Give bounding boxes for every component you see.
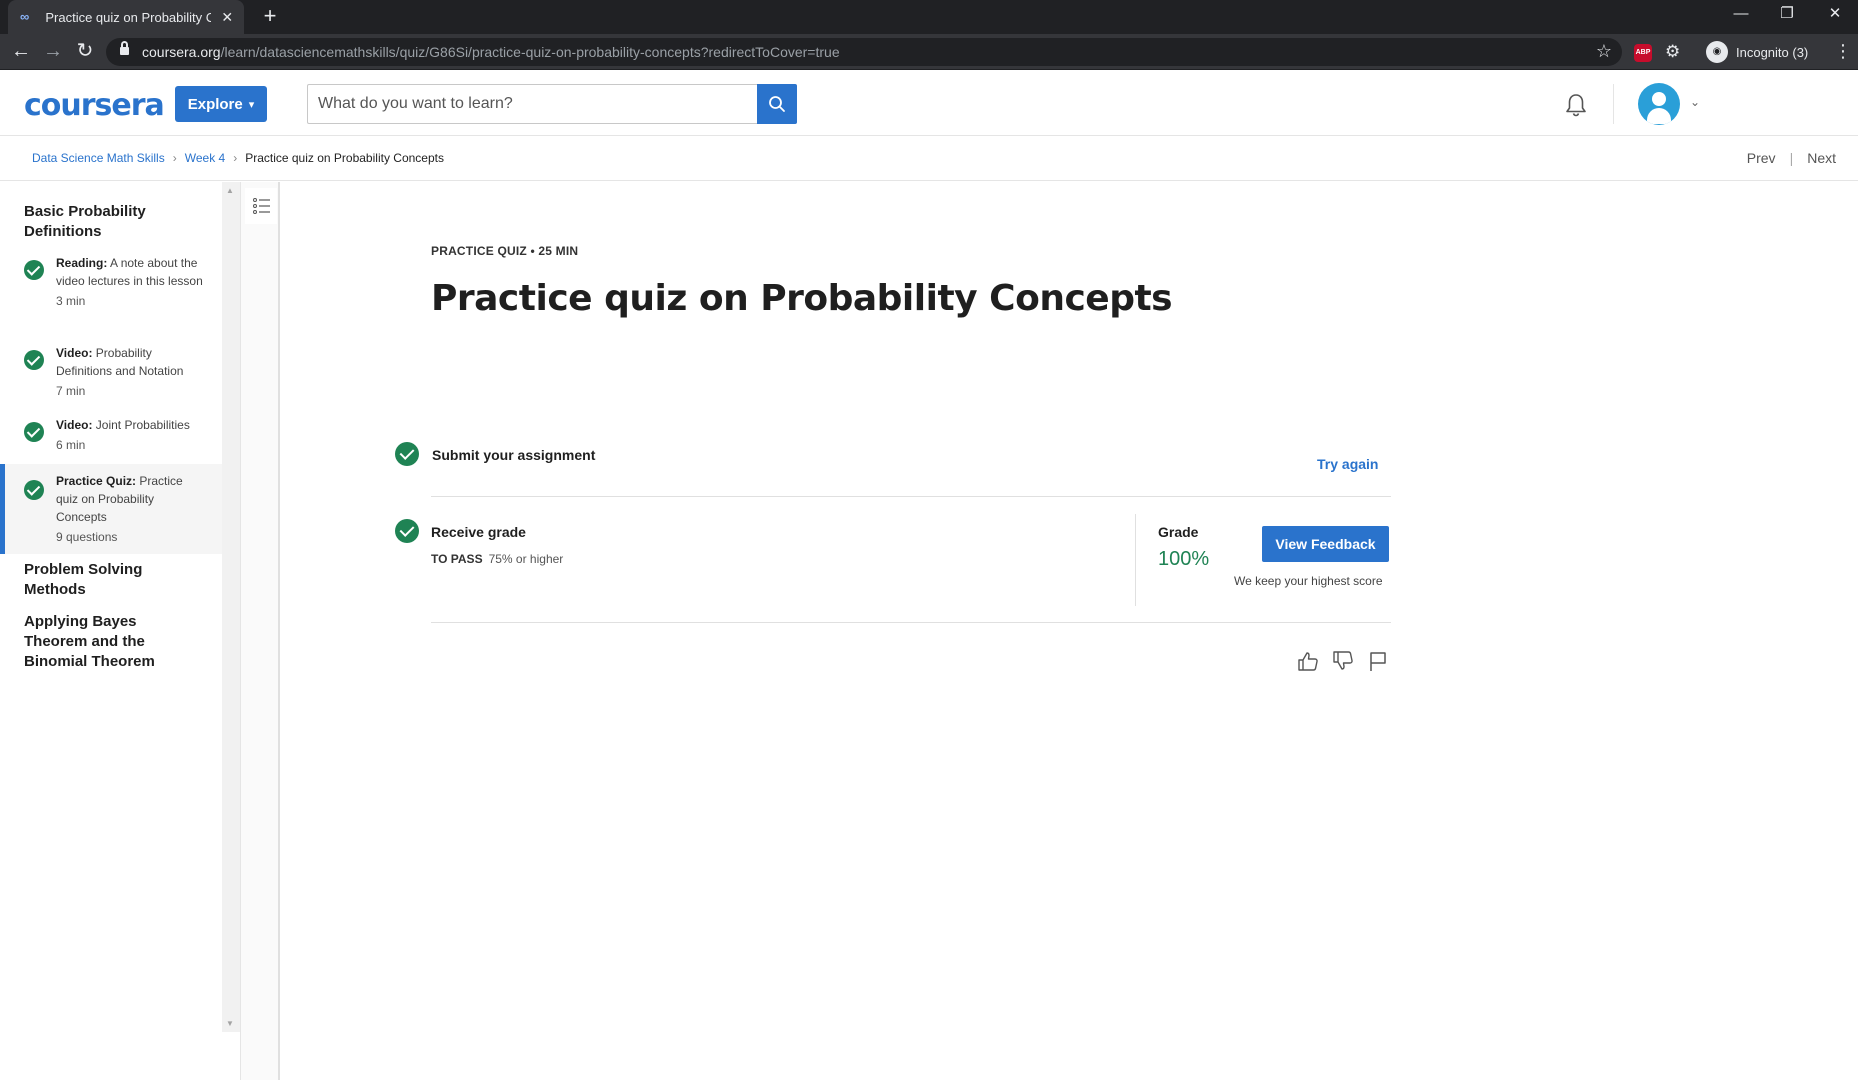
page-title: Practice quiz on Probability Concepts bbox=[431, 278, 1173, 319]
explore-label: Explore bbox=[187, 95, 243, 113]
section-divider bbox=[431, 622, 1391, 623]
browser-toolbar: ← → ↻ coursera.org/learn/datasciencemath… bbox=[0, 34, 1858, 70]
site-header: coursera Explore ▾ ⌄ bbox=[0, 71, 1858, 136]
prev-link[interactable]: Prev bbox=[1747, 150, 1776, 166]
breadcrumb-week-link[interactable]: Week 4 bbox=[185, 151, 225, 165]
scroll-up-arrow-icon[interactable]: ▲ bbox=[226, 186, 234, 195]
browser-menu-icon[interactable]: ⋮ bbox=[1834, 42, 1852, 60]
sidebar-item-reading[interactable]: Reading: A note about the video lectures… bbox=[0, 254, 222, 338]
section-title-basic-probability[interactable]: Basic Probability Definitions bbox=[24, 202, 204, 242]
avatar[interactable] bbox=[1638, 83, 1680, 125]
main-content: PRACTICE QUIZ • 25 MIN Practice quiz on … bbox=[282, 182, 1858, 1080]
submit-complete-check-icon bbox=[395, 442, 419, 466]
section-divider bbox=[431, 496, 1391, 497]
receive-grade-label: Receive grade bbox=[431, 524, 526, 540]
grade-divider bbox=[1135, 514, 1136, 606]
completed-check-icon bbox=[24, 260, 44, 280]
restore-window-button[interactable]: ❐ bbox=[1764, 0, 1810, 30]
coursera-favicon-icon: ∞ bbox=[20, 9, 30, 24]
incognito-icon: ◉ bbox=[1706, 41, 1728, 63]
prev-next-nav: Prev | Next bbox=[1747, 150, 1836, 166]
sidebar-item-text: Reading: A note about the video lectures… bbox=[56, 256, 203, 308]
try-again-link[interactable]: Try again bbox=[1317, 456, 1378, 472]
quiz-eyebrow: PRACTICE QUIZ • 25 MIN bbox=[431, 244, 579, 258]
new-tab-button[interactable]: + bbox=[258, 5, 282, 29]
outline-toggle-rail bbox=[240, 182, 280, 1080]
chevron-right-icon: › bbox=[172, 151, 177, 165]
grade-complete-check-icon bbox=[395, 519, 419, 543]
minimize-window-button[interactable]: — bbox=[1718, 0, 1764, 30]
section-title-bayes[interactable]: Applying Bayes Theorem and the Binomial … bbox=[24, 612, 204, 672]
search-button[interactable] bbox=[757, 84, 797, 124]
bookmark-star-icon[interactable]: ☆ bbox=[1596, 41, 1612, 62]
search-icon bbox=[769, 96, 785, 112]
incognito-indicator[interactable]: ◉ Incognito (3) bbox=[1706, 38, 1816, 66]
submit-assignment-label: Submit your assignment bbox=[432, 447, 596, 463]
breadcrumb-bar: Data Science Math Skills › Week 4 › Prac… bbox=[0, 137, 1858, 181]
header-divider bbox=[1613, 84, 1614, 124]
list-icon bbox=[253, 198, 270, 214]
browser-tab[interactable]: ∞ Practice quiz on Probability Conc ✕ bbox=[8, 0, 244, 34]
sidebar-item-video-joint[interactable]: Video: Joint Probabilities 6 min bbox=[0, 416, 222, 456]
chevron-right-icon: › bbox=[233, 151, 238, 165]
completed-check-icon bbox=[24, 422, 44, 442]
forward-arrow-icon[interactable]: → bbox=[40, 39, 66, 65]
thumbs-down-icon[interactable] bbox=[1332, 650, 1354, 672]
address-bar[interactable]: coursera.org/learn/datasciencemathskills… bbox=[106, 38, 1622, 66]
grade-value: 100% bbox=[1158, 548, 1210, 570]
outline-toggle-button[interactable] bbox=[245, 188, 277, 224]
explore-button[interactable]: Explore ▾ bbox=[175, 86, 267, 122]
notification-bell-icon[interactable] bbox=[1563, 92, 1589, 118]
thumbs-up-icon[interactable] bbox=[1297, 650, 1319, 672]
sidebar-item-text: Video: Probability Definitions and Notat… bbox=[56, 346, 184, 398]
back-arrow-icon[interactable]: ← bbox=[8, 39, 34, 65]
section-title-problem-solving[interactable]: Problem Solving Methods bbox=[24, 560, 204, 600]
completed-check-icon bbox=[24, 350, 44, 370]
keep-score-note: We keep your highest score bbox=[1234, 574, 1383, 588]
coursera-logo[interactable]: coursera bbox=[24, 88, 165, 123]
extension-gear-icon[interactable]: ⚙ bbox=[1665, 42, 1680, 62]
scroll-down-arrow-icon[interactable]: ▼ bbox=[226, 1019, 234, 1028]
chevron-down-icon: ▾ bbox=[248, 98, 255, 111]
course-outline-sidebar: Basic Probability Definitions Reading: A… bbox=[0, 182, 222, 1032]
lock-icon bbox=[120, 41, 129, 56]
breadcrumb-current: Practice quiz on Probability Concepts bbox=[245, 151, 444, 165]
breadcrumb: Data Science Math Skills › Week 4 › Prac… bbox=[32, 151, 444, 165]
sidebar-item-video-definitions[interactable]: Video: Probability Definitions and Notat… bbox=[0, 344, 222, 398]
sidebar-item-text: Video: Joint Probabilities 6 min bbox=[56, 418, 190, 452]
close-tab-icon[interactable]: ✕ bbox=[221, 9, 234, 26]
close-window-button[interactable]: ✕ bbox=[1812, 0, 1858, 30]
adblock-extension-icon[interactable]: ABP bbox=[1634, 44, 1652, 62]
chevron-down-icon[interactable]: ⌄ bbox=[1690, 95, 1700, 109]
reload-icon[interactable]: ↻ bbox=[72, 39, 98, 65]
search-input[interactable] bbox=[307, 84, 757, 124]
sidebar-item-text: Practice Quiz: Practice quiz on Probabil… bbox=[56, 474, 183, 544]
grade-label: Grade bbox=[1158, 524, 1199, 540]
completed-check-icon bbox=[24, 480, 44, 500]
incognito-label: Incognito (3) bbox=[1736, 44, 1809, 60]
pass-requirement: TO PASS 75% or higher bbox=[431, 552, 564, 566]
breadcrumb-course-link[interactable]: Data Science Math Skills bbox=[32, 151, 165, 165]
browser-tab-strip: ∞ Practice quiz on Probability Conc ✕ + … bbox=[0, 0, 1858, 34]
sidebar-item-practice-quiz[interactable]: Practice Quiz: Practice quiz on Probabil… bbox=[0, 464, 222, 554]
sidebar-scrollbar[interactable]: ▲ ▼ bbox=[222, 182, 240, 1032]
tab-title: Practice quiz on Probability Conc bbox=[45, 9, 211, 25]
nav-separator: | bbox=[1789, 150, 1794, 166]
next-link[interactable]: Next bbox=[1807, 150, 1836, 166]
view-feedback-button[interactable]: View Feedback bbox=[1262, 526, 1389, 562]
url-text: coursera.org/learn/datasciencemathskills… bbox=[142, 44, 840, 60]
flag-icon[interactable] bbox=[1368, 650, 1388, 672]
